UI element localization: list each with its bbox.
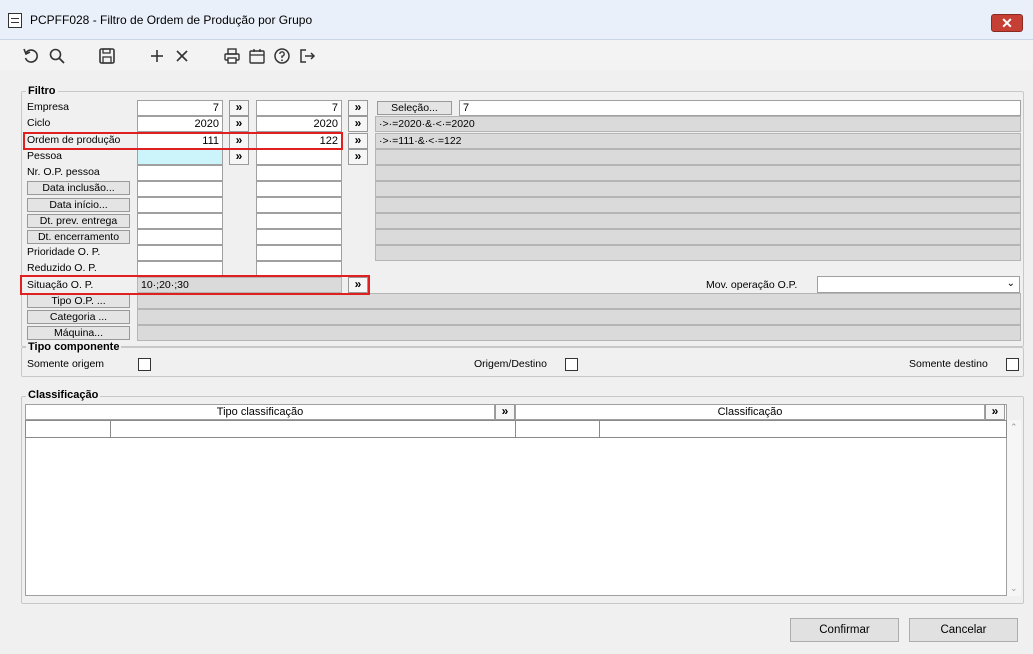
prioridade-from-input[interactable] <box>137 245 223 261</box>
classificacao-title: Classificação <box>26 389 101 401</box>
dt-encerramento-expression <box>375 229 1021 245</box>
search-icon[interactable] <box>46 45 68 67</box>
maquina-field <box>137 325 1021 341</box>
data-inclusao-to-input[interactable] <box>256 181 342 197</box>
ciclo-from-input[interactable]: 2020 <box>137 116 223 132</box>
document-icon <box>8 13 22 28</box>
data-inclusao-expression <box>375 181 1021 197</box>
data-inicio-button[interactable]: Data início... <box>27 198 130 212</box>
ciclo-expression: ·>·=2020·&·<·=2020 <box>375 116 1021 132</box>
origem-destino-checkbox[interactable] <box>565 358 578 371</box>
pessoa-expand-button[interactable]: » <box>348 149 368 165</box>
print-icon[interactable] <box>221 45 243 67</box>
window-title: PCPFF028 - Filtro de Ordem de Produção p… <box>30 13 313 27</box>
refresh-icon[interactable] <box>20 45 42 67</box>
table-row[interactable] <box>25 420 1007 438</box>
pessoa-copy-button[interactable]: » <box>229 149 249 165</box>
filtro-title: Filtro <box>26 85 58 97</box>
save-icon[interactable] <box>96 45 118 67</box>
dt-prev-entrega-from-input[interactable] <box>137 213 223 229</box>
data-inclusao-button[interactable]: Data inclusão... <box>27 181 130 195</box>
empresa-label: Empresa <box>27 101 70 113</box>
scroll-up-icon[interactable]: ⌃ <box>1010 422 1018 433</box>
delete-icon[interactable] <box>171 45 193 67</box>
cancelar-button[interactable]: Cancelar <box>909 618 1018 642</box>
nr-op-pessoa-label: Nr. O.P. pessoa <box>27 166 100 178</box>
tipo-classificacao-header[interactable]: Tipo classificação <box>25 404 495 420</box>
prioridade-op-label: Prioridade O. P. <box>27 246 101 258</box>
ordem-expand-button[interactable]: » <box>348 133 368 149</box>
pessoa-to-input[interactable] <box>256 149 342 165</box>
close-button[interactable]: ✕ <box>991 14 1023 32</box>
prioridade-to-input[interactable] <box>256 245 342 261</box>
chevron-down-icon[interactable]: ⌄ <box>1007 277 1015 291</box>
reduzido-op-label: Reduzido O. P. <box>27 262 97 274</box>
somente-destino-checkbox[interactable] <box>1006 358 1019 371</box>
selecao-button[interactable]: Seleção... <box>377 101 452 115</box>
ciclo-copy-button[interactable]: » <box>229 116 249 132</box>
origem-destino-label: Origem/Destino <box>474 358 547 370</box>
ordem-expression: ·>·=111·&·<·=122 <box>375 133 1021 149</box>
data-inclusao-from-input[interactable] <box>137 181 223 197</box>
vertical-scrollbar[interactable]: ⌃ ⌄ <box>1007 420 1021 596</box>
ciclo-expand-button[interactable]: » <box>348 116 368 132</box>
somente-destino-label: Somente destino <box>909 358 988 370</box>
ordem-producao-highlight <box>23 132 343 150</box>
categoria-button[interactable]: Categoria ... <box>27 310 130 324</box>
data-inicio-from-input[interactable] <box>137 197 223 213</box>
somente-origem-checkbox[interactable] <box>138 358 151 371</box>
selecao-input[interactable]: 7 <box>459 100 1021 116</box>
pessoa-from-input[interactable] <box>137 149 223 165</box>
empresa-copy-button[interactable]: » <box>229 100 249 116</box>
ciclo-to-input[interactable]: 2020 <box>256 116 342 132</box>
dt-encerramento-to-input[interactable] <box>256 229 342 245</box>
tipo-classificacao-expand-button[interactable]: » <box>495 404 515 420</box>
mov-operacao-label: Mov. operação O.P. <box>706 279 798 291</box>
tipo-op-button[interactable]: Tipo O.P. ... <box>27 294 130 308</box>
categoria-field <box>137 309 1021 325</box>
dt-encerramento-from-input[interactable] <box>137 229 223 245</box>
exit-icon[interactable] <box>296 45 318 67</box>
empresa-expand-button[interactable]: » <box>348 100 368 116</box>
nr-op-pessoa-from-input[interactable] <box>137 165 223 181</box>
empresa-to-input[interactable]: 7 <box>256 100 342 116</box>
classificacao-expand-button[interactable]: » <box>985 404 1005 420</box>
data-inicio-expression <box>375 197 1021 213</box>
calendar-icon[interactable] <box>246 45 268 67</box>
dt-prev-entrega-to-input[interactable] <box>256 213 342 229</box>
scroll-down-icon[interactable]: ⌄ <box>1010 583 1018 594</box>
empresa-from-input[interactable]: 7 <box>137 100 223 116</box>
dt-prev-entrega-button[interactable]: Dt. prev. entrega <box>27 214 130 228</box>
prioridade-expression <box>375 245 1021 261</box>
ciclo-label: Ciclo <box>27 117 51 129</box>
pessoa-expression <box>375 149 1021 165</box>
nr-op-pessoa-expression <box>375 165 1021 181</box>
dt-prev-entrega-expression <box>375 213 1021 229</box>
add-icon[interactable] <box>146 45 168 67</box>
help-icon[interactable] <box>271 45 293 67</box>
maquina-button[interactable]: Máquina... <box>27 326 130 340</box>
situacao-op-highlight <box>20 275 370 295</box>
pessoa-label: Pessoa <box>27 150 63 162</box>
data-inicio-to-input[interactable] <box>256 197 342 213</box>
nr-op-pessoa-to-input[interactable] <box>256 165 342 181</box>
confirmar-button[interactable]: Confirmar <box>790 618 899 642</box>
tipo-componente-title: Tipo componente <box>26 341 122 353</box>
dt-encerramento-button[interactable]: Dt. encerramento <box>27 230 130 244</box>
mov-operacao-select[interactable]: ⌄ <box>817 276 1020 293</box>
classificacao-header[interactable]: Classificação <box>515 404 985 420</box>
tipo-op-field <box>137 293 1021 309</box>
somente-origem-label: Somente origem <box>27 358 105 370</box>
